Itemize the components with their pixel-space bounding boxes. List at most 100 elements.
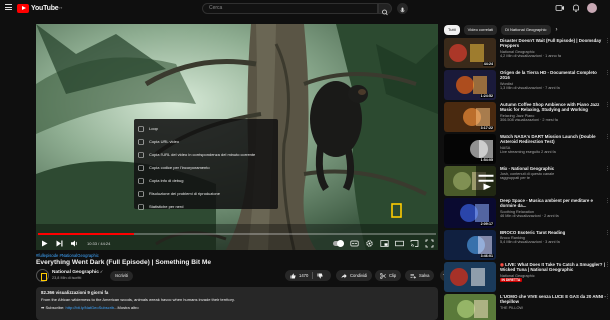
clip-button[interactable]: Clip bbox=[375, 270, 402, 281]
like-count[interactable]: 1470 bbox=[299, 273, 308, 278]
recommendation-item[interactable]: ◉ LIVE: What Does It Take To Catch a Smu… bbox=[444, 262, 610, 294]
like-separator bbox=[312, 272, 314, 279]
play-icon[interactable] bbox=[40, 239, 49, 248]
more-vert-icon[interactable]: ⋮ bbox=[605, 230, 610, 236]
recommendation-thumbnail[interactable]: 1:54:05 bbox=[444, 134, 496, 164]
recommendation-thumbnail[interactable]: 3:17:22 bbox=[444, 102, 496, 132]
like-icon[interactable] bbox=[290, 273, 296, 279]
context-menu-item[interactable]: Copia codice per l'incorporamento bbox=[134, 161, 278, 174]
recommendation-item[interactable]: 3:46:01 BROCO Esoteric Tarot Reading Broco… bbox=[444, 230, 610, 262]
recommendation-item[interactable]: 44:24 Disaster Doesn't Wait (Full Episode… bbox=[444, 38, 610, 70]
recommendation-item[interactable]: L'UOMO che VIVE senza LUCE E GAS da 20 A… bbox=[444, 294, 610, 320]
save-button[interactable]: Salva bbox=[405, 270, 435, 281]
context-menu-item[interactable]: Loop bbox=[134, 122, 278, 135]
recommendation-thumbnail[interactable] bbox=[444, 294, 496, 320]
recommendation-title[interactable]: Disaster Doesn't Wait (Full Episode) | D… bbox=[500, 38, 606, 49]
fullscreen-icon[interactable] bbox=[425, 239, 434, 248]
share-icon bbox=[341, 273, 347, 278]
subscribe-button[interactable]: Iscriviti bbox=[110, 271, 133, 281]
duration-badge: 44:24 bbox=[482, 62, 494, 66]
recommendation-title[interactable]: Deep Space - Musica ambient per meditare… bbox=[500, 198, 606, 209]
channel-name[interactable]: National Geographic✓ bbox=[52, 269, 103, 275]
context-menu-item[interactable]: Copia info di debug bbox=[134, 174, 278, 187]
context-menu-item[interactable]: Statistiche per nerd bbox=[134, 200, 278, 213]
more-vert-icon[interactable]: ⋮ bbox=[605, 198, 610, 204]
notifications-icon[interactable] bbox=[571, 3, 581, 13]
recommendation-thumbnail[interactable]: 2:09:17 bbox=[444, 198, 496, 228]
dislike-icon[interactable] bbox=[317, 273, 323, 279]
recommendation-channel[interactable]: THE PILLOW bbox=[500, 306, 606, 310]
recommendation-title[interactable]: Watch NASA's DART Mission Launch (Double… bbox=[500, 134, 606, 145]
progress-bar[interactable] bbox=[38, 233, 436, 235]
video-player[interactable]: Loop Copia URL video Copia l'URL del video… bbox=[36, 24, 438, 250]
avatar[interactable] bbox=[587, 3, 597, 13]
volume-icon[interactable] bbox=[70, 239, 79, 248]
recommendation-thumbnail[interactable] bbox=[444, 262, 496, 292]
chip-all[interactable]: Tutti bbox=[444, 25, 460, 35]
description-box[interactable]: 82.366 visualizzazioni 9 giorni fa From … bbox=[36, 287, 438, 320]
context-menu-item[interactable]: Copia URL video bbox=[134, 135, 278, 148]
search-icon bbox=[382, 9, 388, 16]
context-menu-item[interactable]: Risoluzione dei problemi di riproduzione bbox=[134, 187, 278, 200]
recommendation-thumbnail[interactable]: 3:46:01 bbox=[444, 230, 496, 260]
player-controls: 10:33 / 44:24 bbox=[36, 236, 438, 250]
video-hashtags[interactable]: #fullepisode #NationalGeographic bbox=[36, 253, 99, 258]
create-icon[interactable] bbox=[555, 3, 565, 13]
settings-icon[interactable] bbox=[365, 239, 374, 248]
recommendation-title[interactable]: BROCO Esoteric Tarot Reading bbox=[500, 230, 606, 235]
miniplayer-icon[interactable] bbox=[380, 239, 389, 248]
more-vert-icon[interactable]: ⋮ bbox=[605, 38, 610, 44]
live-badge: IN DIRETTA bbox=[500, 277, 522, 282]
more-vert-icon[interactable]: ⋮ bbox=[605, 166, 610, 172]
autoplay-toggle[interactable] bbox=[333, 239, 344, 247]
share-button[interactable]: Condividi bbox=[336, 270, 373, 281]
theater-mode-icon[interactable] bbox=[395, 239, 404, 248]
channel-name-text: National Geographic bbox=[52, 270, 99, 275]
more-vert-icon[interactable]: ⋮ bbox=[605, 294, 610, 300]
more-vert-icon[interactable]: ⋮ bbox=[605, 102, 610, 108]
recommendation-info: Disaster Doesn't Wait (Full Episode) | D… bbox=[500, 38, 606, 58]
mic-button[interactable] bbox=[397, 3, 408, 14]
more-vert-icon[interactable]: ⋮ bbox=[605, 70, 610, 76]
menu-icon[interactable] bbox=[5, 4, 12, 10]
subtitles-icon[interactable] bbox=[350, 239, 359, 248]
show-more-link[interactable]: ...Mostra altro bbox=[114, 305, 138, 310]
search-input[interactable]: Cerca bbox=[202, 3, 378, 14]
cast-icon[interactable] bbox=[410, 239, 419, 248]
recommendation-thumbnail[interactable]: 1:24:52 bbox=[444, 70, 496, 100]
channel-avatar[interactable] bbox=[36, 269, 49, 282]
recommendation-title[interactable]: Origen de la Tierra HD - Documental Comp… bbox=[500, 70, 606, 81]
recommendation-info: Watch NASA's DART Mission Launch (Double… bbox=[500, 134, 606, 154]
duration-badge: 1:54:05 bbox=[479, 158, 494, 162]
recommendation-thumbnail[interactable] bbox=[444, 166, 496, 196]
search-button[interactable] bbox=[378, 3, 392, 16]
more-vert-icon[interactable]: ⋮ bbox=[605, 262, 610, 268]
logo-country: IT bbox=[59, 6, 63, 10]
recommendation-item[interactable]: 1:54:05 Watch NASA's DART Mission Launch … bbox=[444, 134, 610, 166]
more-vert-icon[interactable]: ⋮ bbox=[605, 134, 610, 140]
recommendation-title[interactable]: Mix - National Geographic bbox=[500, 166, 606, 171]
youtube-logo[interactable]: YouTube IT bbox=[17, 3, 62, 13]
chip-related[interactable]: Video correlati bbox=[463, 25, 498, 35]
context-menu-label: Copia URL video bbox=[149, 139, 180, 144]
subscriber-count: 23,8 Mln di iscritti bbox=[52, 276, 82, 280]
recommendation-item[interactable]: 2:09:17 Deep Space - Musica ambient per m… bbox=[444, 198, 610, 230]
context-menu-label: Copia l'URL del video in corrispondenza … bbox=[149, 152, 256, 157]
recommendation-item[interactable]: 1:24:52 Origen de la Tierra HD - Document… bbox=[444, 70, 610, 102]
recommendation-title[interactable]: ◉ LIVE: What Does It Take To Catch a Smu… bbox=[500, 262, 606, 273]
recommendation-item[interactable]: Mix - National Geographic Josh, contenuti… bbox=[444, 166, 610, 198]
chevron-right-icon[interactable]: › bbox=[556, 27, 558, 33]
duration-badge: 1:24:52 bbox=[479, 94, 494, 98]
recommendation-thumbnail[interactable]: 44:24 bbox=[444, 38, 496, 68]
recommendation-meta: 306.508 visualizzazioni · 2 mesi fa bbox=[500, 117, 558, 122]
share-label: Condividi bbox=[350, 273, 368, 278]
context-menu-item[interactable]: Copia l'URL del video in corrispondenza … bbox=[134, 148, 278, 161]
recommendation-item[interactable]: 3:17:22 Autumn Coffee Shop Ambience with … bbox=[444, 102, 610, 134]
youtube-play-icon bbox=[17, 3, 29, 13]
recommendation-title[interactable]: L'UOMO che VIVE senza LUCE E GAS da 20 A… bbox=[500, 294, 606, 305]
chip-from-channel[interactable]: Di National Geographic bbox=[501, 25, 551, 35]
next-icon[interactable] bbox=[55, 239, 64, 248]
recommendation-meta: raggruppati per te bbox=[500, 176, 530, 181]
subscribe-link[interactable]: http://bit.ly/NatGeoSubscrib bbox=[65, 305, 114, 310]
recommendation-title[interactable]: Autumn Coffee Shop Ambience with Piano J… bbox=[500, 102, 606, 113]
